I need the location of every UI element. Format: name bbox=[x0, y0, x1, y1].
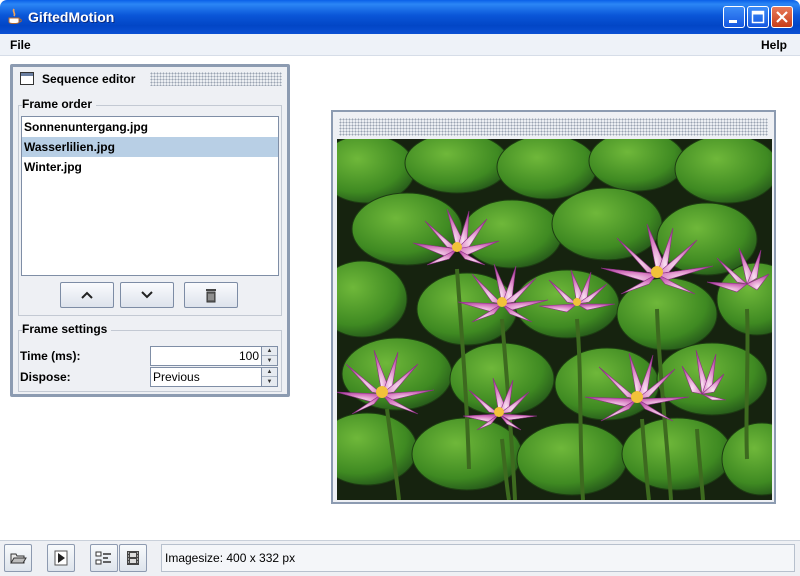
film-strip-icon bbox=[127, 551, 139, 565]
frame-settings-label: Frame settings bbox=[22, 322, 112, 336]
dispose-label: Dispose: bbox=[20, 370, 71, 384]
frames-button[interactable] bbox=[119, 544, 147, 572]
list-item-selected[interactable]: Wasserlilien.jpg bbox=[22, 137, 278, 157]
water-lilies-image bbox=[337, 139, 772, 500]
window-title: GiftedMotion bbox=[28, 9, 115, 25]
play-icon bbox=[54, 550, 68, 566]
minimize-icon bbox=[729, 20, 737, 23]
play-button[interactable] bbox=[47, 544, 75, 572]
list-item[interactable]: Sonnenuntergang.jpg bbox=[22, 117, 278, 137]
close-button[interactable] bbox=[771, 6, 793, 28]
time-spinner-arrows[interactable]: ▲ ▼ bbox=[261, 347, 277, 365]
trash-icon bbox=[206, 289, 216, 303]
titlebar-grip bbox=[150, 72, 282, 86]
close-icon bbox=[776, 11, 788, 23]
minimize-button[interactable] bbox=[723, 6, 745, 28]
move-down-button[interactable] bbox=[120, 282, 174, 308]
status-text: Imagesize: 400 x 332 px bbox=[161, 544, 795, 572]
open-folder-icon bbox=[10, 553, 27, 564]
dispose-spinner-arrows[interactable]: ▲ ▼ bbox=[261, 368, 277, 386]
image-frame-titlebar[interactable] bbox=[339, 118, 768, 136]
time-value[interactable]: 100 bbox=[153, 349, 259, 363]
menu-help[interactable]: Help bbox=[761, 38, 787, 52]
window-icon bbox=[20, 72, 34, 85]
image-preview-frame[interactable] bbox=[331, 110, 776, 504]
sequence-editor-frame[interactable]: Sequence editor Frame order Sonnenunterg… bbox=[10, 64, 290, 397]
java-cup-icon bbox=[8, 8, 22, 24]
chevron-down-icon bbox=[141, 291, 153, 299]
sequence-editor-icon bbox=[95, 551, 111, 565]
menu-bar: File Help bbox=[0, 34, 800, 56]
status-bar: Imagesize: 400 x 332 px bbox=[0, 540, 800, 576]
move-up-button[interactable] bbox=[60, 282, 114, 308]
delete-frame-button[interactable] bbox=[184, 282, 238, 308]
sequence-editor-titlebar[interactable]: Sequence editor bbox=[13, 67, 287, 91]
spinner-up-icon[interactable]: ▲ bbox=[262, 368, 277, 377]
dispose-value[interactable]: Previous bbox=[153, 370, 259, 384]
title-bar[interactable]: GiftedMotion bbox=[0, 0, 800, 34]
time-spinner[interactable]: 100 ▲ ▼ bbox=[150, 346, 278, 366]
list-item[interactable]: Winter.jpg bbox=[22, 157, 278, 177]
frame-order-label: Frame order bbox=[22, 97, 97, 111]
open-button[interactable] bbox=[4, 544, 32, 572]
dispose-spinner[interactable]: Previous ▲ ▼ bbox=[150, 367, 278, 387]
sequence-editor-title: Sequence editor bbox=[42, 72, 136, 86]
spinner-down-icon[interactable]: ▼ bbox=[262, 356, 277, 365]
menu-file[interactable]: File bbox=[10, 38, 31, 52]
maximize-button[interactable] bbox=[747, 6, 769, 28]
spinner-down-icon[interactable]: ▼ bbox=[262, 377, 277, 386]
sequence-editor-button[interactable] bbox=[90, 544, 118, 572]
maximize-icon bbox=[751, 10, 765, 24]
time-label: Time (ms): bbox=[20, 349, 81, 363]
spinner-up-icon[interactable]: ▲ bbox=[262, 347, 277, 356]
chevron-up-icon bbox=[81, 291, 93, 299]
frame-list[interactable]: Sonnenuntergang.jpg Wasserlilien.jpg Win… bbox=[21, 116, 279, 276]
